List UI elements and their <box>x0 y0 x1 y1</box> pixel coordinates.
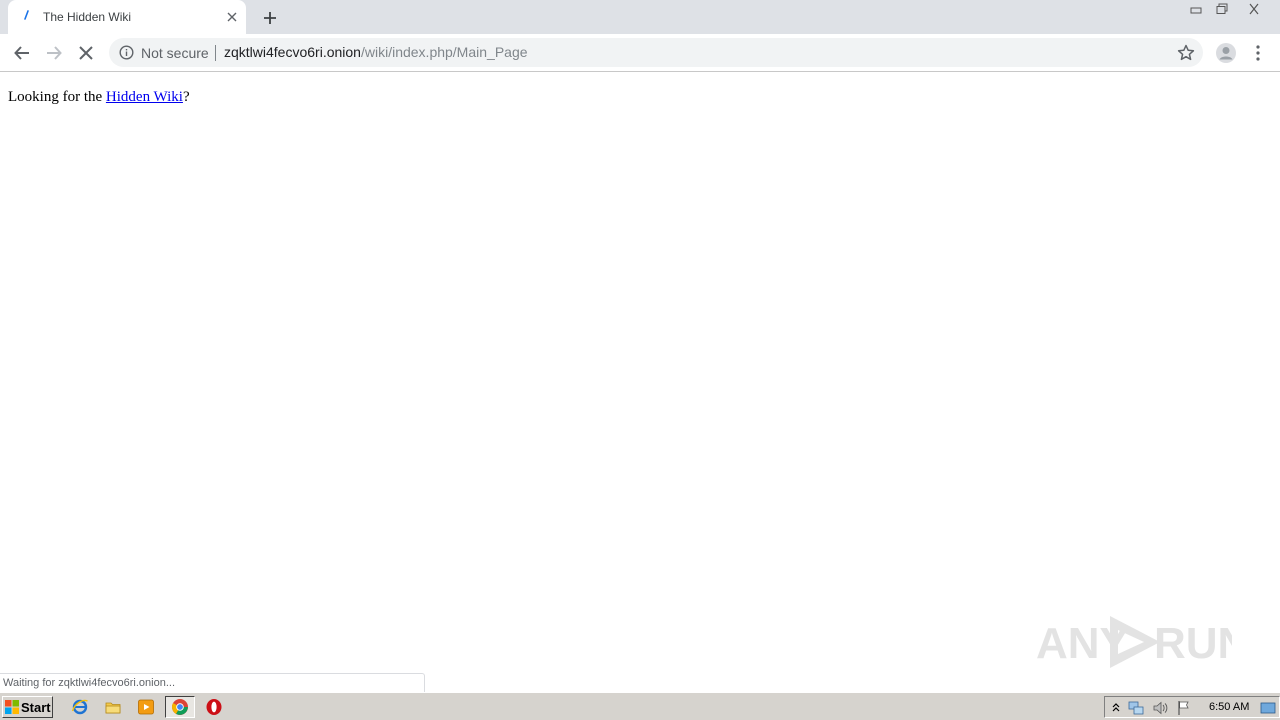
tab-strip: The Hidden Wiki <box>0 0 1280 34</box>
url-host: zqktlwi4fecvo6ri.onion <box>224 44 361 60</box>
explorer-icon <box>105 702 121 714</box>
taskbar-internet-explorer[interactable] <box>67 696 93 718</box>
back-arrow-icon <box>14 46 29 60</box>
network-icon <box>1128 701 1144 715</box>
page-message: Looking for the Hidden Wiki? <box>8 89 190 106</box>
plus-icon <box>264 12 276 24</box>
system-tray: 6:50 AM <box>1104 696 1280 718</box>
taskbar-chrome[interactable] <box>165 696 195 718</box>
url-text[interactable]: zqktlwi4fecvo6ri.onion/wiki/index.php/Ma… <box>224 44 528 60</box>
kebab-menu-icon <box>1256 45 1260 61</box>
show-desktop-icon <box>1260 702 1276 714</box>
show-desktop-button[interactable] <box>1260 700 1276 716</box>
security-indicator[interactable]: Not secure <box>141 45 209 61</box>
new-tab-button[interactable] <box>259 7 281 29</box>
info-icon[interactable] <box>119 45 134 60</box>
minimize-button[interactable] <box>1183 0 1209 18</box>
back-button[interactable] <box>9 40 35 66</box>
volume-icon <box>1153 701 1168 715</box>
start-label: Start <box>21 699 51 715</box>
opera-icon <box>206 699 222 715</box>
status-text: Waiting for zqktlwi4fecvo6ri.onion... <box>3 677 175 689</box>
watermark-right-text: RUN <box>1154 619 1232 668</box>
address-bar[interactable]: Not secure zqktlwi4fecvo6ri.onion/wiki/i… <box>109 38 1203 67</box>
taskbar-file-explorer[interactable] <box>100 696 126 718</box>
page-content: Looking for the Hidden Wiki? ANY RUN Wai… <box>0 72 1280 693</box>
avatar-icon <box>1216 43 1236 63</box>
chrome-icon <box>172 699 188 715</box>
message-prefix: Looking for the <box>8 89 106 105</box>
clock[interactable]: 6:50 AM <box>1209 701 1249 713</box>
stop-loading-button[interactable] <box>73 40 99 66</box>
bookmark-star-icon[interactable] <box>1176 43 1196 63</box>
taskbar-opera[interactable] <box>201 696 227 718</box>
start-button[interactable]: Start <box>2 696 53 718</box>
windows-logo-icon <box>5 700 19 714</box>
restore-icon <box>1216 3 1228 14</box>
tab-hidden-wiki[interactable]: The Hidden Wiki <box>8 0 246 34</box>
message-suffix: ? <box>182 89 190 105</box>
taskbar: Start 6:50 AM <box>0 692 1280 720</box>
chevron-up-icon <box>1112 703 1120 712</box>
taskbar-media-player[interactable] <box>133 696 159 718</box>
play-logo-icon <box>1110 616 1160 668</box>
profile-button[interactable] <box>1213 40 1239 66</box>
minimize-icon <box>1190 7 1202 14</box>
window-close-button[interactable] <box>1235 0 1273 18</box>
hidden-wiki-link[interactable]: Hidden Wiki <box>106 89 183 105</box>
show-hidden-icons-button[interactable] <box>1108 700 1124 716</box>
ie-icon <box>71 699 88 715</box>
media-player-icon <box>138 699 154 715</box>
stop-icon <box>79 46 93 60</box>
forward-button[interactable] <box>41 40 67 66</box>
forward-arrow-icon <box>47 46 62 60</box>
window-close-icon <box>1249 3 1259 15</box>
close-icon <box>227 12 237 22</box>
status-bubble: Waiting for zqktlwi4fecvo6ri.onion... <box>0 673 425 693</box>
anyrun-watermark: ANY RUN <box>1036 616 1232 668</box>
tray-action-center[interactable] <box>1176 700 1192 716</box>
tray-network[interactable] <box>1128 700 1144 716</box>
tab-close-button[interactable] <box>224 9 240 25</box>
browser-toolbar: Not secure zqktlwi4fecvo6ri.onion/wiki/i… <box>0 34 1280 72</box>
restore-button[interactable] <box>1209 0 1235 18</box>
menu-button[interactable] <box>1245 40 1271 66</box>
omnibox-separator <box>215 45 216 61</box>
tray-volume[interactable] <box>1152 700 1168 716</box>
flag-icon <box>1178 701 1189 715</box>
favicon-icon <box>24 10 29 20</box>
url-path: /wiki/index.php/Main_Page <box>360 44 528 60</box>
tab-title: The Hidden Wiki <box>43 10 132 24</box>
